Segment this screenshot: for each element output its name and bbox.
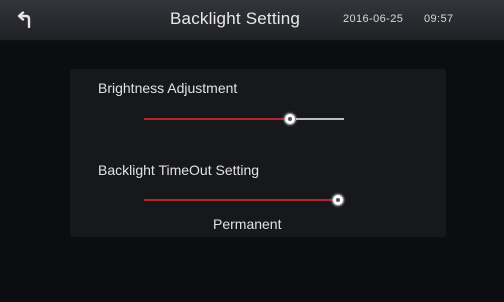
title-bar: Backlight Setting 2016-06-25 09:57 <box>0 0 504 41</box>
brightness-slider-thumb[interactable] <box>284 113 296 125</box>
backlight-setting-screen: Backlight Setting 2016-06-25 09:57 Brigh… <box>0 0 504 302</box>
back-arrow-icon <box>17 11 31 29</box>
settings-panel: Brightness Adjustment Backlight TimeOut … <box>70 69 446 237</box>
back-button[interactable] <box>13 9 35 31</box>
timeout-label: Backlight TimeOut Setting <box>98 162 260 178</box>
timeout-slider-fill <box>144 199 338 201</box>
page-title: Backlight Setting <box>170 9 301 28</box>
timeout-slider[interactable] <box>144 194 344 206</box>
brightness-label: Brightness Adjustment <box>98 80 238 96</box>
brightness-slider-fill <box>144 118 290 120</box>
brightness-slider[interactable] <box>144 113 344 125</box>
timeout-slider-thumb[interactable] <box>332 194 344 206</box>
timeout-value: Permanent <box>213 216 282 232</box>
status-time: 09:57 <box>424 13 454 25</box>
status-date: 2016-06-25 <box>343 13 404 25</box>
